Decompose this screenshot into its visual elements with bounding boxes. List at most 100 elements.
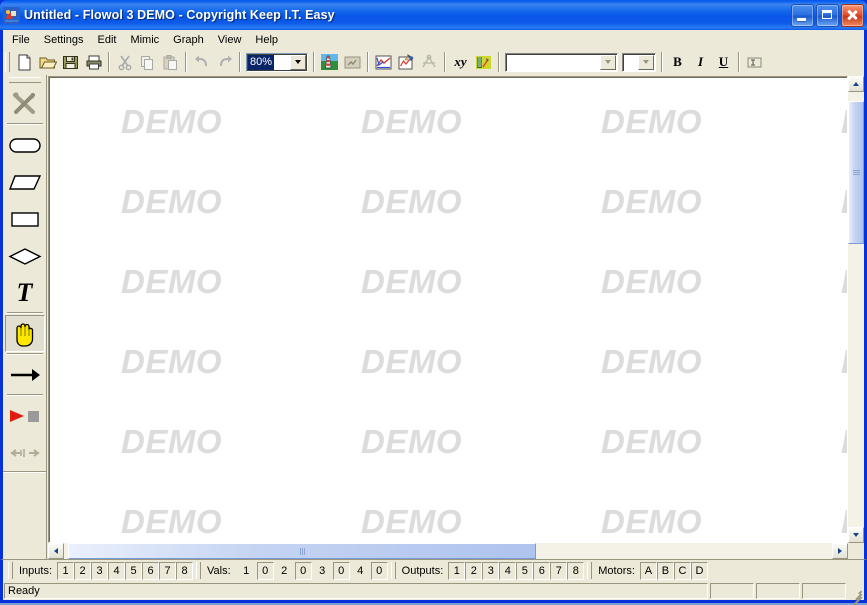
text-tool-icon[interactable]: T [5,274,45,311]
demo-watermark: DEMO [361,183,462,220]
output-cell[interactable]: 5 [516,561,534,580]
mimic-icon[interactable] [318,51,341,73]
underline-button[interactable]: U [712,52,735,73]
output-cell[interactable]: 1 [448,561,466,580]
decision-shape-icon[interactable] [5,237,45,274]
bold-button[interactable]: B [666,52,689,73]
demo-watermark: DEMO [121,343,222,380]
new-icon[interactable] [13,51,36,73]
scroll-right-icon[interactable] [832,543,848,559]
vertical-scrollbar[interactable] [848,76,864,543]
window-title: Untitled - Flowol 3 DEMO - Copyright Kee… [24,8,335,22]
val-value[interactable]: 0 [332,561,350,580]
copy-icon[interactable] [136,51,159,73]
palette-separator [6,353,43,355]
io-panel-grip[interactable] [8,562,13,579]
input-cell[interactable]: 8 [176,561,194,580]
input-cell[interactable]: 2 [74,561,92,580]
mimic-window-icon[interactable] [341,51,364,73]
horizontal-scroll-track[interactable] [64,543,832,559]
font-size-combo[interactable] [622,52,656,72]
graph-edit-icon[interactable] [395,51,418,73]
horizontal-scrollbar[interactable] [48,543,864,559]
paste-icon[interactable] [159,51,182,73]
io-panel-grip[interactable] [196,562,202,579]
step-link-icon[interactable] [5,434,45,471]
input-cell[interactable]: 5 [125,561,143,580]
font-name-combo[interactable] [505,52,618,72]
textbox-icon[interactable] [743,51,766,73]
graph-icon[interactable] [372,51,395,73]
graph-clear-icon[interactable] [418,51,441,73]
flowchart-canvas[interactable]: DEMO DEMO DEMO DEMO DEMO DEMO DEMO DEMO DEMO DEMO… [48,76,848,543]
input-cell[interactable]: 6 [142,561,160,580]
tools-icon[interactable] [5,85,45,122]
input-cell[interactable]: 3 [91,561,109,580]
flowol-app-icon[interactable] [3,6,20,24]
demo-watermark: DEMO [841,423,847,461]
toolbar-separator [313,52,315,72]
vertical-scroll-track[interactable] [848,92,864,527]
status-pane-2 [756,583,800,599]
pan-hand-icon[interactable] [4,315,45,352]
zoom-dropdown-arrow[interactable] [290,54,306,70]
minimize-button[interactable] [791,3,814,27]
motor-cell[interactable]: B [656,561,674,580]
output-cell[interactable]: 2 [465,561,483,580]
connector-arrow-icon[interactable] [5,356,45,393]
xy-button[interactable]: xy [449,52,472,73]
menu-item-graph[interactable]: Graph [166,32,211,48]
scroll-down-icon[interactable] [848,527,864,543]
io-panel-grip[interactable] [390,562,396,579]
input-cell[interactable]: 7 [159,561,177,580]
run-stop-icon[interactable] [5,397,45,434]
font-size-value[interactable] [623,54,638,71]
resize-grip-icon[interactable] [848,583,863,605]
italic-button[interactable]: I [689,52,712,73]
menu-item-view[interactable]: View [211,32,249,48]
maximize-button[interactable] [816,3,839,27]
terminal-shape-icon[interactable] [5,126,45,163]
menu-item-help[interactable]: Help [248,32,285,48]
output-cell[interactable]: 4 [499,561,517,580]
val-value[interactable]: 0 [294,561,312,580]
io-shape-icon[interactable] [5,163,45,200]
menu-item-settings[interactable]: Settings [37,32,91,48]
chart-data-icon[interactable] [472,51,495,73]
menu-item-file[interactable]: File [5,32,37,48]
toolbar-grip[interactable] [5,52,10,72]
font-name-value[interactable] [506,54,600,71]
horizontal-scroll-thumb[interactable] [67,543,537,559]
redo-icon[interactable] [213,51,236,73]
cut-icon[interactable] [113,51,136,73]
scroll-left-icon[interactable] [48,543,64,559]
toolbar-separator [444,52,446,72]
print-icon[interactable] [82,51,105,73]
undo-icon[interactable] [190,51,213,73]
menu-item-edit[interactable]: Edit [90,32,123,48]
close-button[interactable] [841,3,864,27]
zoom-combo[interactable]: 80% [246,52,308,72]
palette-grip[interactable] [8,77,41,83]
motor-cell[interactable]: A [639,561,657,580]
menu-item-mimic[interactable]: Mimic [123,32,166,48]
io-panel-grip[interactable] [587,562,593,579]
vertical-scroll-thumb[interactable] [848,100,864,245]
input-cell[interactable]: 1 [57,561,75,580]
output-cell[interactable]: 6 [533,561,551,580]
process-shape-icon[interactable] [5,200,45,237]
font-size-dropdown-arrow[interactable] [638,54,654,70]
output-cell[interactable]: 8 [567,561,585,580]
output-cell[interactable]: 7 [550,561,568,580]
output-cell[interactable]: 3 [482,561,500,580]
val-value[interactable]: 0 [256,561,274,580]
font-name-dropdown-arrow[interactable] [600,54,616,70]
open-icon[interactable] [36,51,59,73]
motor-cell[interactable]: C [673,561,691,580]
motor-cell[interactable]: D [690,561,708,580]
zoom-value[interactable]: 80% [248,54,275,70]
val-value[interactable]: 0 [370,561,388,580]
scroll-up-icon[interactable] [848,76,864,92]
input-cell[interactable]: 4 [108,561,126,580]
save-icon[interactable] [59,51,82,73]
